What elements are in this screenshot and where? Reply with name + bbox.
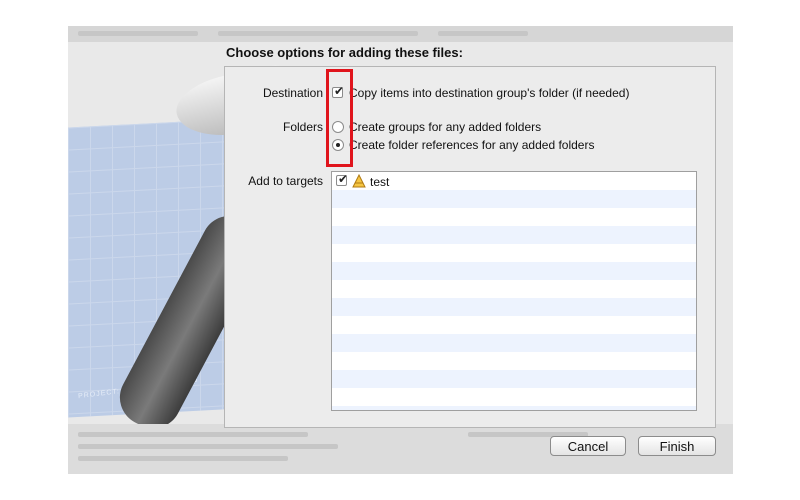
code-editor-backdrop-bottom bbox=[68, 424, 733, 474]
target-name: test bbox=[370, 175, 390, 189]
add-to-targets-label: Add to targets bbox=[248, 174, 323, 188]
options-panel: Destination ✔ Copy items into destinatio… bbox=[224, 66, 716, 428]
destination-label: Destination bbox=[262, 86, 323, 100]
add-files-sheet: PROJECT: APPLICATION APP Choose options … bbox=[68, 26, 733, 474]
app-target-icon bbox=[352, 174, 366, 188]
annotation-highlight-box bbox=[326, 69, 353, 167]
cancel-button[interactable]: Cancel bbox=[550, 436, 626, 456]
target-test-checkbox[interactable]: ✔ bbox=[336, 172, 349, 186]
sheet-title: Choose options for adding these files: bbox=[226, 45, 463, 60]
create-groups-label[interactable]: Create groups for any added folders bbox=[349, 120, 541, 134]
code-editor-backdrop-top bbox=[68, 26, 733, 42]
checkmark-icon: ✔ bbox=[338, 172, 349, 186]
copy-items-label[interactable]: Copy items into destination group's fold… bbox=[349, 86, 629, 100]
targets-list[interactable]: ✔ test bbox=[331, 171, 697, 411]
create-folder-references-label[interactable]: Create folder references for any added f… bbox=[349, 138, 594, 152]
finish-button[interactable]: Finish bbox=[638, 436, 716, 456]
folders-label: Folders bbox=[282, 120, 323, 134]
